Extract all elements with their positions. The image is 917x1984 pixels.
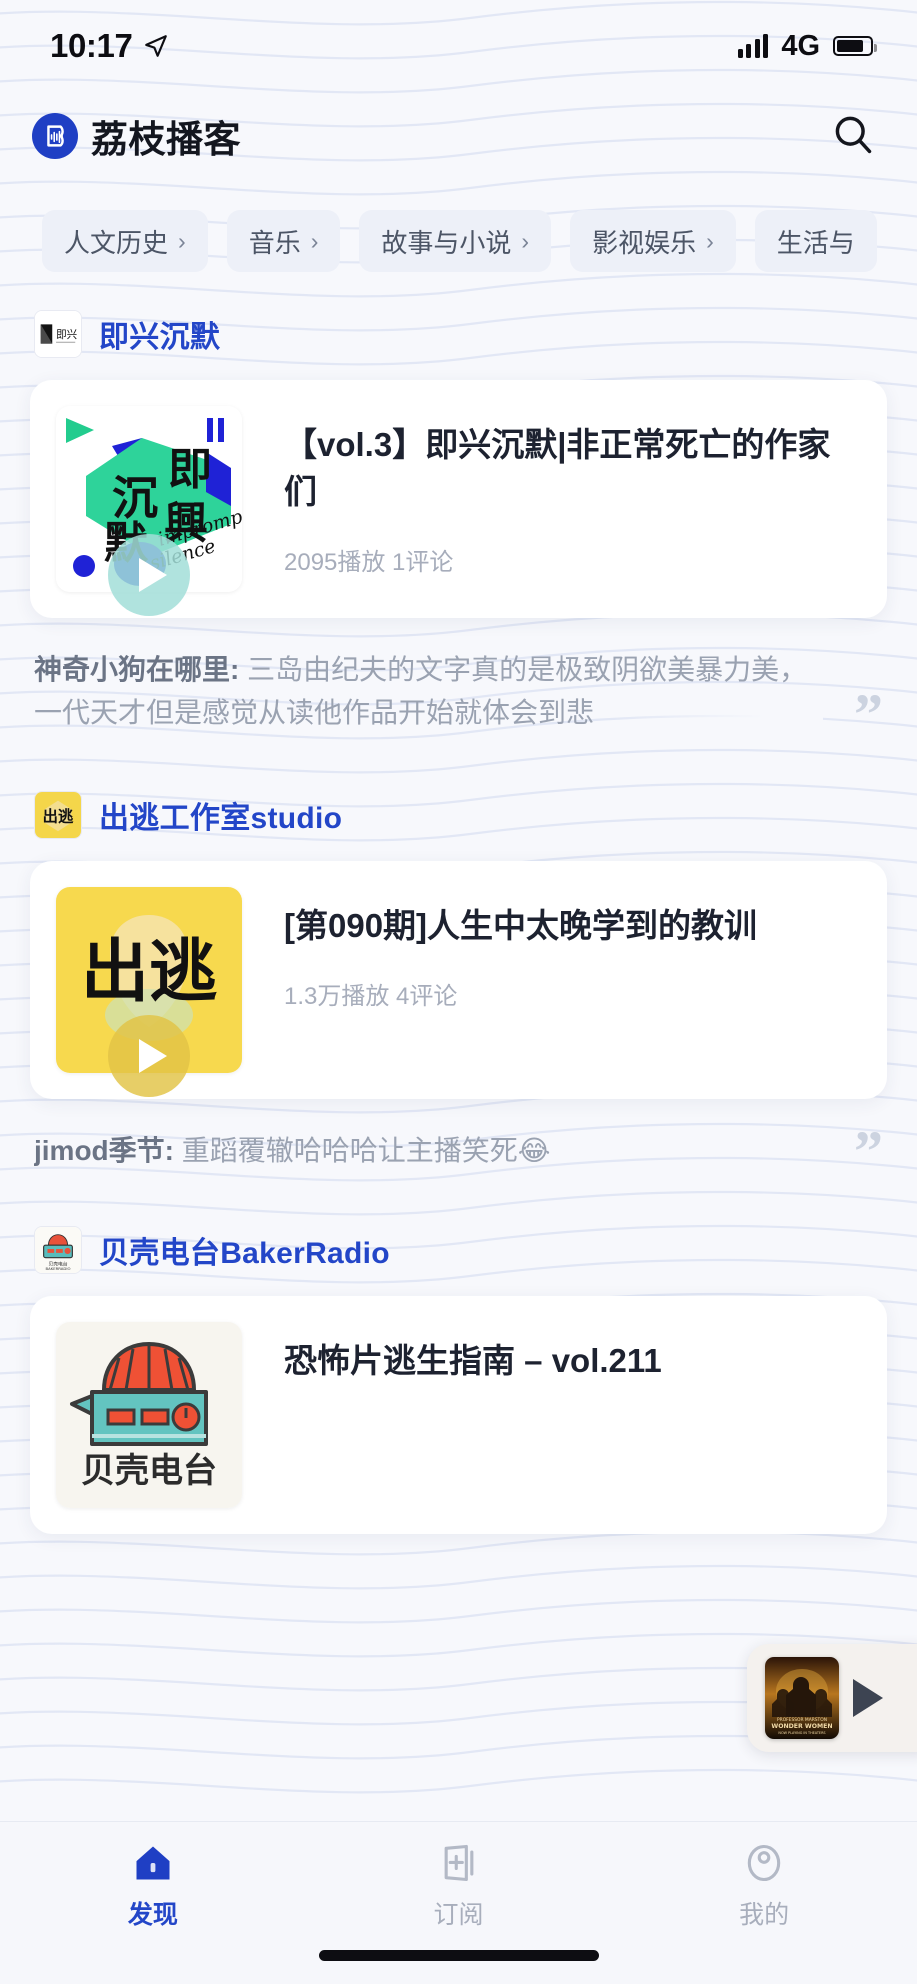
svg-text:BAKERRADIO: BAKERRADIO (45, 1266, 70, 1271)
app-header: 荔枝播客 (0, 92, 917, 180)
now-playing-artwork[interactable]: PROFESSOR MARSTON WONDER WOMEN NOW PLAYI… (765, 1657, 839, 1739)
page-title: 荔枝播客 (91, 119, 241, 160)
chip-label: 故事与小说 (381, 227, 512, 258)
svg-text:即: 即 (168, 444, 212, 495)
episode-card[interactable]: 出逃 [第090期]人生中太晚学到的教训 1.3万播放 4评论 (30, 860, 887, 1099)
play-icon[interactable] (108, 534, 190, 616)
featured-comment[interactable]: jimod季节: 重蹈覆辙哈哈哈让主播笑死😂 ” (34, 1129, 883, 1172)
profile-icon (742, 1840, 786, 1886)
category-chip-shenghuoyu[interactable]: 生活与 (754, 210, 877, 272)
brand: 荔枝播客 (32, 109, 241, 163)
app-screen: 10:17 4G 荔枝播客 人文历史 › 音乐 › 故事与小说 › 影视娱乐 ›… (0, 0, 917, 1984)
comment-text: 重蹈覆辙哈哈哈让主播笑死😂 (174, 1134, 551, 1166)
tab-subscriptions[interactable]: 订阅 (306, 1840, 612, 1931)
section-podcast-name: 出逃工作室studio (99, 801, 343, 835)
svg-text:出逃: 出逃 (43, 807, 74, 825)
episode-meta: 1.3万播放 4评论 (284, 982, 458, 1010)
status-bar-left: 10:17 (50, 27, 169, 65)
jixing-chenmo-logo-icon: 即兴 (34, 310, 82, 358)
tab-discover[interactable]: 发现 (0, 1840, 306, 1931)
status-bar: 10:17 4G (0, 0, 917, 92)
episode-title: 恐怖片逃生指南 – vol.211 (284, 1342, 662, 1380)
episode-card[interactable]: 贝壳电台 恐怖片逃生指南 – vol.211 (30, 1296, 887, 1535)
baker-radio-logo-icon: 贝壳电台 BAKERRADIO (34, 1226, 82, 1275)
location-arrow-icon (145, 35, 168, 57)
svg-text:出逃: 出逃 (81, 933, 217, 1012)
episode-meta: 2095播放 1评论 (284, 548, 454, 576)
battery-icon (833, 36, 877, 56)
cover-wrapper: 出逃 (56, 886, 242, 1097)
chevron-right-icon: › (310, 227, 319, 254)
svg-text:NOW PLAYING IN THEATERS: NOW PLAYING IN THEATERS (778, 1731, 825, 1735)
cover-wrapper: 沉 即 興 默 impromptu silence (56, 406, 242, 616)
chip-label: 影视娱乐 (592, 227, 697, 258)
episode-info: [第090期]人生中太晚学到的教训 1.3万播放 4评论 (242, 887, 861, 1011)
home-indicator[interactable] (318, 1950, 599, 1961)
category-chip-renwenlishi[interactable]: 人文历史 › (42, 210, 208, 272)
section-header-jixing-chenmo[interactable]: 即兴 即兴沉默 (0, 310, 917, 358)
home-icon (131, 1840, 175, 1886)
baker-radio-cover: 贝壳电台 (56, 1322, 242, 1509)
podcast-feed: 即兴 即兴沉默 沉 即 興 impromptu 【vol.3】即兴沉默|非正常死… (0, 310, 917, 1535)
section-podcast-name: 即兴沉默 (99, 321, 221, 354)
category-chip-yingshiyule[interactable]: 影视娱乐 › (570, 210, 736, 272)
bottom-tab-bar: 发现 订阅 我的 (0, 1821, 917, 1984)
chip-label: 音乐 (248, 227, 301, 258)
play-icon[interactable] (853, 1679, 883, 1717)
svg-text:贝壳电台: 贝壳电台 (81, 1451, 217, 1491)
episode-title: [第090期]人生中太晚学到的教训 (284, 906, 758, 944)
lizhi-podcast-logo-icon (32, 113, 78, 159)
chevron-right-icon: › (521, 227, 530, 254)
chevron-right-icon: › (178, 227, 186, 254)
episode-info: 恐怖片逃生指南 – vol.211 (242, 1322, 861, 1385)
tab-profile[interactable]: 我的 (611, 1840, 917, 1931)
section-podcast-name: 贝壳电台BakerRadio (99, 1237, 390, 1271)
svg-text:即兴: 即兴 (56, 329, 77, 341)
chevron-right-icon: › (706, 227, 714, 254)
chip-label: 人文历史 (64, 227, 169, 258)
quote-mark-icon: ” (854, 681, 883, 735)
podcast-section: 出逃 出逃工作室studio 出逃 [第090期]人生中太晚学到的教训 1.3万… (0, 790, 917, 1172)
featured-comment[interactable]: 神奇小狗在哪里: 三岛由纪夫的文字真的是极致阴欲美暴力美，一代天才但是感觉从读他… (34, 648, 883, 735)
section-header-baker-radio[interactable]: 贝壳电台 BAKERRADIO 贝壳电台BakerRadio (0, 1226, 917, 1275)
quote-mark-icon: ” (854, 1128, 883, 1173)
search-icon[interactable] (831, 112, 875, 161)
status-bar-right: 4G (737, 29, 877, 63)
cover-wrapper: 贝壳电台 (56, 1322, 242, 1509)
podcast-section: 即兴 即兴沉默 沉 即 興 impromptu 【vol.3】即兴沉默|非正常死… (0, 310, 917, 735)
tab-label: 发现 (127, 1901, 178, 1929)
clock-text: 10:17 (50, 27, 133, 64)
category-chip-yinyue[interactable]: 音乐 › (226, 210, 341, 272)
svg-text:沉: 沉 (112, 471, 158, 525)
comment-author: jimod季节: (34, 1134, 174, 1166)
network-type-text: 4G (781, 29, 820, 62)
subscribe-icon (437, 1840, 481, 1886)
mini-player[interactable]: PROFESSOR MARSTON WONDER WOMEN NOW PLAYI… (747, 1644, 917, 1752)
tab-label: 订阅 (433, 1901, 484, 1929)
chip-label: 生活与 (776, 227, 855, 258)
episode-card[interactable]: 沉 即 興 默 impromptu silence (30, 380, 887, 618)
episode-title: 【vol.3】即兴沉默|非正常死亡的作家们 (284, 426, 831, 510)
tab-label: 我的 (739, 1901, 790, 1929)
play-icon[interactable] (108, 1014, 190, 1097)
signal-bars-icon (737, 34, 769, 58)
category-chip-row[interactable]: 人文历史 › 音乐 › 故事与小说 › 影视娱乐 › 生活与 (0, 180, 917, 274)
section-header-chutao-studio[interactable]: 出逃 出逃工作室studio (0, 790, 917, 839)
comment-author: 神奇小狗在哪里: (34, 654, 240, 685)
podcast-section: 贝壳电台 BAKERRADIO 贝壳电台BakerRadio 贝壳电台 恐怖片逃… (0, 1226, 917, 1535)
comment-fade-overlay (613, 688, 823, 735)
category-chip-gushiyuxiaoshuo[interactable]: 故事与小说 › (359, 210, 552, 272)
svg-text:WONDER WOMEN: WONDER WOMEN (771, 1723, 832, 1730)
episode-info: 【vol.3】即兴沉默|非正常死亡的作家们 2095播放 1评论 (242, 406, 861, 577)
chutao-studio-logo-icon: 出逃 (34, 790, 82, 839)
